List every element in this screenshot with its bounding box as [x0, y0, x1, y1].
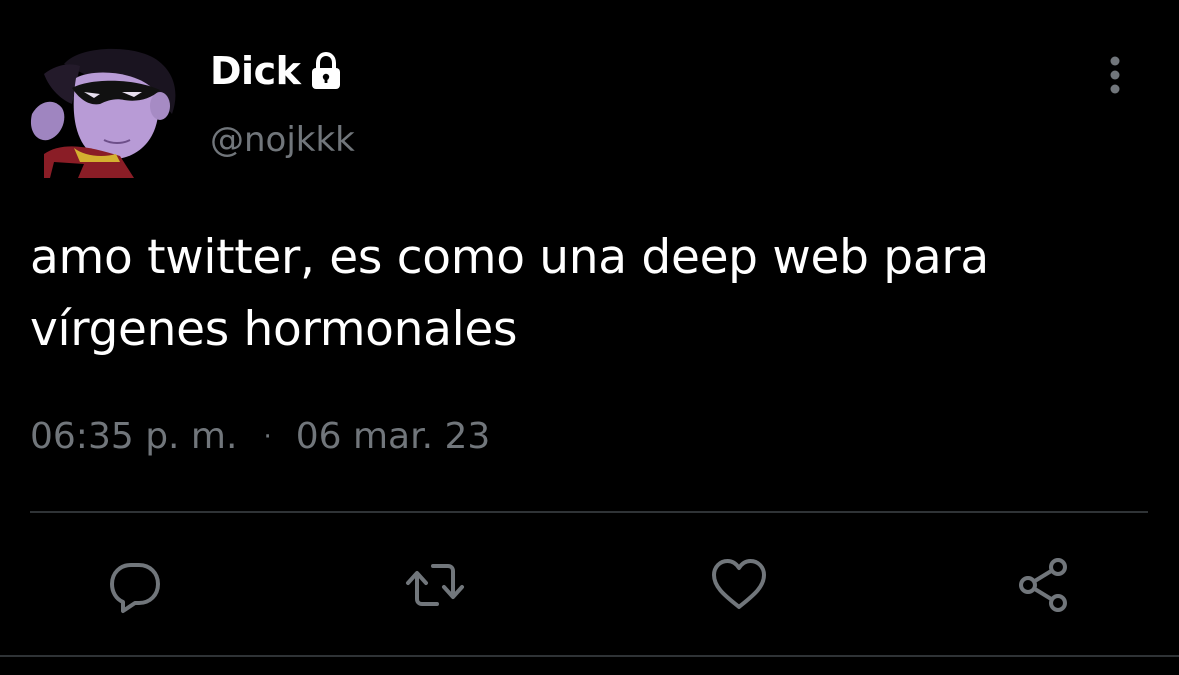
reply-button[interactable]	[105, 555, 165, 615]
share-icon	[1019, 558, 1067, 612]
tweet-date: 06 mar. 23	[295, 416, 491, 457]
tweet-text: amo twitter, es como una deep web para v…	[30, 230, 989, 357]
user-handle[interactable]: @nojkkk	[210, 116, 355, 164]
tweet-time: 06:35 p. m.	[30, 416, 238, 457]
lock-icon	[312, 51, 341, 89]
retweet-icon	[406, 564, 464, 606]
tweet-card: Dick @nojkkk amo twitter, es como una de…	[0, 0, 1179, 675]
more-options-button[interactable]	[1090, 52, 1140, 98]
share-button[interactable]	[1014, 555, 1074, 615]
display-name[interactable]: Dick	[210, 46, 301, 96]
tweet-timestamp: 06:35 p. m. · 06 mar. 23	[30, 412, 490, 462]
avatar[interactable]	[24, 44, 182, 178]
bottom-divider	[0, 655, 1179, 657]
retweet-button[interactable]	[405, 555, 465, 615]
reply-icon	[110, 563, 160, 613]
display-name-row: Dick	[210, 46, 348, 96]
like-button[interactable]	[709, 555, 769, 615]
more-vertical-icon	[1110, 56, 1120, 94]
heart-icon	[712, 559, 766, 609]
meta-separator: ·	[263, 422, 272, 452]
divider	[30, 511, 1148, 513]
